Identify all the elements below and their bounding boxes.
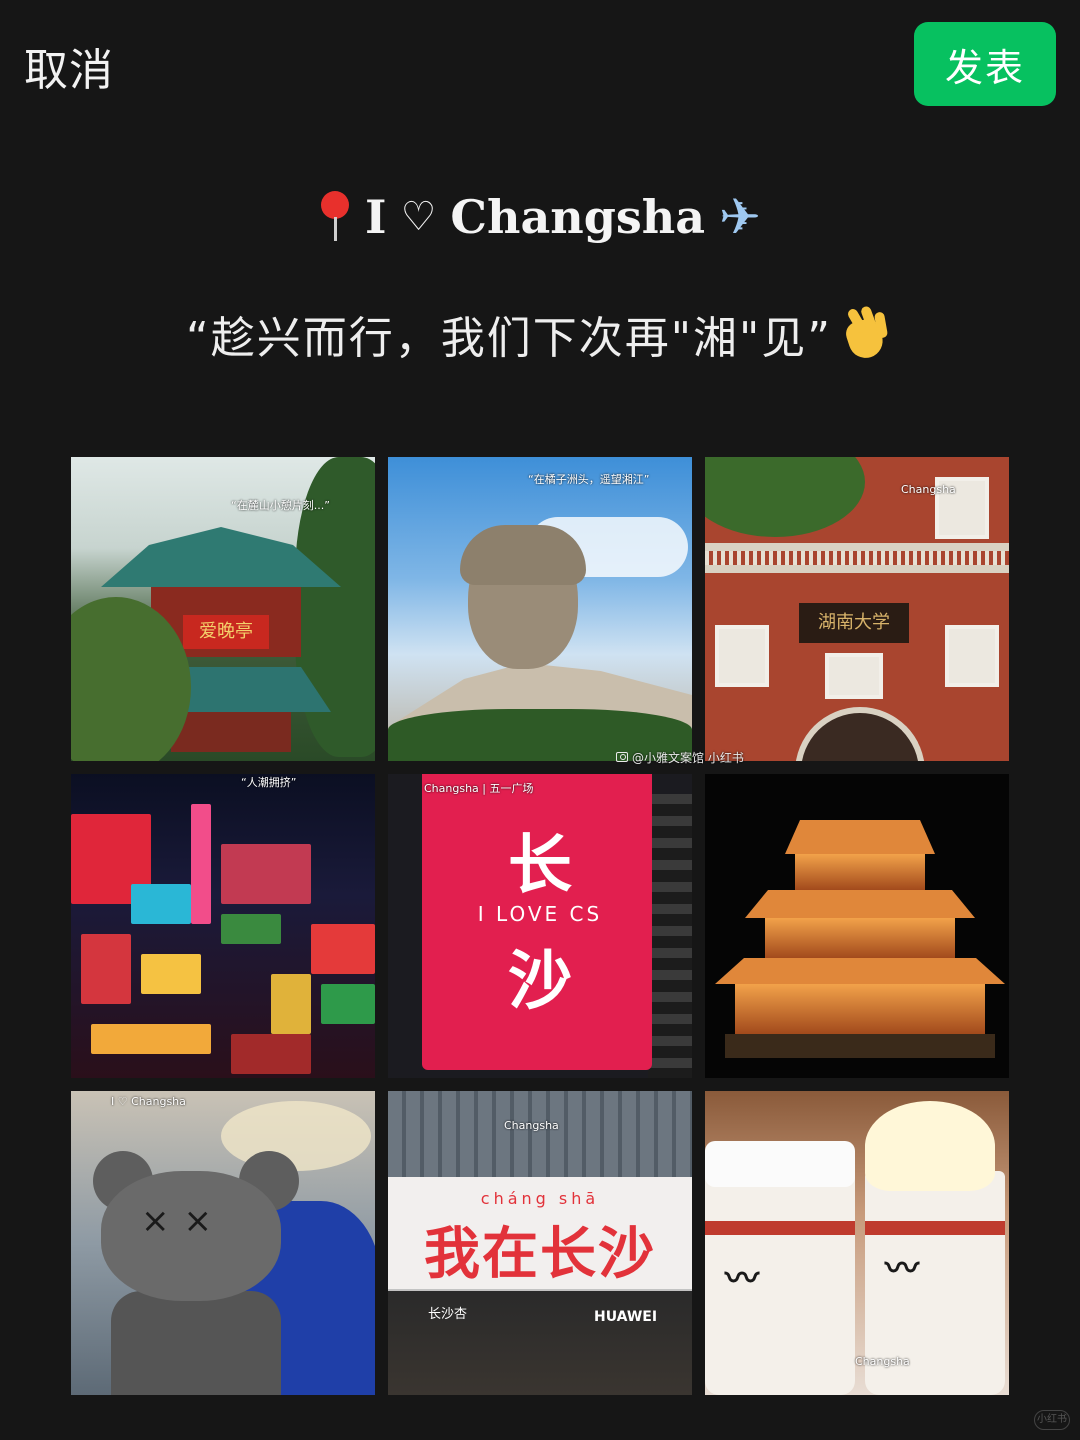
- xiaohongshu-watermark: 小红书: [1034, 1410, 1070, 1430]
- post-headline: I ♡ Changsha ✈: [0, 188, 1080, 246]
- cancel-button[interactable]: 取消: [24, 34, 114, 98]
- photo-tea-cups[interactable]: 〰 〰 Changsha: [705, 1091, 1009, 1395]
- photo-caption: “在麓山小憩片刻...”: [231, 499, 330, 512]
- photo-caption: Changsha: [855, 1355, 910, 1368]
- building-sign: 湖南大学: [799, 603, 909, 643]
- photo-lit-tower[interactable]: [705, 774, 1009, 1078]
- kaws-eyes: ××: [141, 1201, 226, 1241]
- round-pushpin-icon: [319, 191, 351, 243]
- photo-pavilion[interactable]: 爱晚亭 “在麓山小憩片刻...”: [71, 457, 375, 761]
- quote-text: “趁兴而行，我们下次再"湘"见”: [185, 313, 833, 364]
- photo-caption: “在橘子洲头，遥望湘江”: [528, 473, 650, 486]
- camera-icon: [616, 752, 628, 762]
- heart-icon: ♡: [400, 194, 437, 240]
- photo-caption: “人潮拥挤”: [241, 776, 297, 789]
- shop-sign: 长沙杏: [428, 1307, 468, 1322]
- top-bar: 取消 发表: [0, 0, 1080, 130]
- headline-city: Changsha: [450, 190, 706, 244]
- photo-caption: I ♡ Changsha: [111, 1095, 186, 1108]
- photo-grid: 爱晚亭 “在麓山小憩片刻...” “在橘子洲头，遥望湘江” 湖南大学 Chang…: [71, 457, 1009, 1395]
- photo-brick-building[interactable]: 湖南大学 Changsha: [705, 457, 1009, 761]
- publish-button[interactable]: 发表: [914, 22, 1056, 106]
- billboard-line3: 沙: [508, 945, 572, 1019]
- airplane-icon: ✈: [719, 188, 761, 246]
- photo-kaws[interactable]: ×× I ♡ Changsha: [71, 1091, 375, 1395]
- photo-caption: Changsha: [504, 1119, 559, 1132]
- billboard-line1: 长: [508, 829, 572, 903]
- credit-text: @小雅文案馆 小红书: [632, 750, 744, 765]
- photo-caption: Changsha: [901, 483, 956, 496]
- post-quote: “趁兴而行，我们下次再"湘"见”: [0, 302, 1080, 366]
- huawei-sign: HUAWEI: [594, 1309, 658, 1325]
- photo-credit: @小雅文案馆 小红书: [616, 748, 786, 766]
- pavilion-plaque: 爱晚亭: [183, 615, 269, 649]
- photo-billboard[interactable]: 长 I LOVE CS 沙 Changsha | 五一广场: [388, 774, 692, 1078]
- billboard-big-text: 我在长沙: [424, 1222, 656, 1287]
- photo-neon-street[interactable]: “人潮拥挤”: [71, 774, 375, 1078]
- billboard-line2: I LOVE CS: [477, 902, 603, 926]
- photo-statue[interactable]: “在橘子洲头，遥望湘江”: [388, 457, 692, 761]
- waving-hand-icon: [838, 305, 894, 363]
- photo-wo-zai-changsha[interactable]: cháng shā 我在长沙 长沙杏 HUAWEI Changsha: [388, 1091, 692, 1395]
- headline-i: I: [365, 190, 387, 244]
- photo-caption: Changsha | 五一广场: [424, 782, 534, 795]
- billboard-pinyin: cháng shā: [480, 1189, 600, 1208]
